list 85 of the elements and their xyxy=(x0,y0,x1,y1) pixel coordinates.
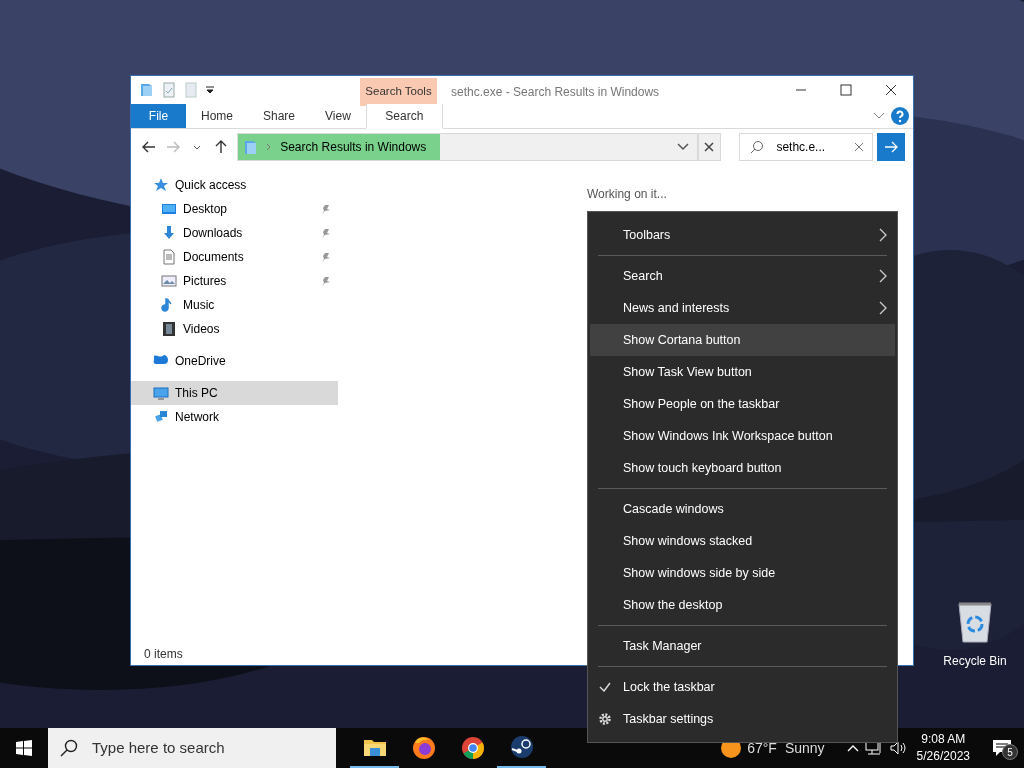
clock[interactable]: 9:08 AM 5/26/2023 xyxy=(906,728,980,768)
weather-condition: Sunny xyxy=(784,738,825,758)
search-icon xyxy=(750,140,765,154)
maximize-icon xyxy=(838,84,853,96)
pin-icon xyxy=(321,252,331,262)
search-box[interactable]: Type here to search xyxy=(48,728,336,768)
menu-item[interactable]: Show People on the taskbar xyxy=(590,388,895,420)
pin-icon xyxy=(321,276,331,286)
chevron-icon xyxy=(879,269,887,283)
steam-icon xyxy=(508,734,535,760)
nav-item[interactable]: Downloads xyxy=(131,221,338,245)
menu-item[interactable]: Show Cortana button xyxy=(590,324,895,356)
film-icon xyxy=(161,321,177,337)
address-bar[interactable]: Search Results in Windows xyxy=(237,133,698,161)
chevron-icon xyxy=(879,301,887,315)
search-field[interactable]: sethc.e... xyxy=(739,133,873,161)
network-icon xyxy=(153,409,169,425)
ribbon-tab[interactable]: Share xyxy=(248,104,311,128)
nav-item[interactable]: OneDrive xyxy=(131,349,338,373)
nav-item[interactable]: Network xyxy=(131,405,338,429)
item-count: 0 items xyxy=(144,647,183,661)
nav-item[interactable]: This PC xyxy=(131,381,338,405)
gear-icon xyxy=(598,712,612,726)
date-text: 5/26/2023 xyxy=(916,748,970,765)
contextual-tab-header: Search Tools xyxy=(360,78,437,106)
menu-item[interactable]: Task Manager xyxy=(590,630,895,662)
time-text: 9:08 AM xyxy=(921,731,966,748)
menu-item[interactable]: Toolbars xyxy=(590,219,895,251)
nav-item[interactable]: Desktop xyxy=(131,197,338,221)
menu-item[interactable]: Lock the taskbar xyxy=(590,671,895,703)
menu-item[interactable]: News and interests xyxy=(590,292,895,324)
nav-item[interactable]: Music xyxy=(131,293,338,317)
download-icon xyxy=(161,225,177,241)
network-icon[interactable] xyxy=(864,740,883,756)
search-icon xyxy=(60,739,78,757)
notifications-button[interactable]: 5 xyxy=(980,728,1024,768)
close-icon[interactable] xyxy=(853,142,864,152)
windows-icon xyxy=(16,740,32,756)
temperature: 67°F xyxy=(747,738,777,758)
pin-icon xyxy=(321,204,331,214)
chrome-icon xyxy=(459,735,486,761)
ribbon-tab[interactable]: Home xyxy=(186,104,248,128)
monitor-icon xyxy=(153,385,169,401)
dropdown-icon[interactable] xyxy=(676,143,689,151)
desktop-icon xyxy=(161,201,177,217)
dropdown-icon[interactable] xyxy=(205,85,215,95)
close-icon xyxy=(883,84,898,96)
menu-item[interactable]: Show touch keyboard button xyxy=(590,452,895,484)
nav-item[interactable]: Pictures xyxy=(131,269,338,293)
menu-item[interactable]: Show Task View button xyxy=(590,356,895,388)
menu-item[interactable]: Show the desktop xyxy=(590,589,895,621)
picture-icon xyxy=(161,273,177,289)
folder-icon xyxy=(244,139,259,155)
ribbon-tab[interactable]: Search xyxy=(365,104,443,129)
ribbon-tab[interactable]: View xyxy=(310,104,366,128)
menu-item[interactable]: Cascade windows xyxy=(590,493,895,525)
arrow-icon xyxy=(883,141,898,153)
menu-item[interactable]: Show windows stacked xyxy=(590,525,895,557)
address-text: Search Results in Windows xyxy=(280,139,427,156)
firefox-icon xyxy=(410,735,437,761)
menu-item[interactable]: Search xyxy=(590,260,895,292)
pin-icon xyxy=(321,228,331,238)
notification-badge: 5 xyxy=(1002,744,1018,760)
nav-item[interactable]: Documents xyxy=(131,245,338,269)
back-icon[interactable] xyxy=(141,139,157,155)
search-button[interactable] xyxy=(876,133,905,161)
star-icon xyxy=(153,177,169,193)
menu-item[interactable]: Show windows side by side xyxy=(590,557,895,589)
desktop-icon-label: Recycle Bin xyxy=(943,653,1007,670)
help-icon[interactable] xyxy=(891,107,909,125)
folder-icon[interactable] xyxy=(139,82,155,98)
ribbon-tab[interactable]: File xyxy=(131,104,186,128)
nav-item[interactable]: Quick access xyxy=(131,173,338,197)
window-title: sethc.exe - Search Results in Windows xyxy=(450,84,661,101)
menu-item[interactable]: Show Windows Ink Workspace button xyxy=(590,420,895,452)
search-text: sethc.e... xyxy=(776,139,827,156)
chevron-icon xyxy=(879,228,887,242)
speaker-icon[interactable] xyxy=(888,740,907,756)
clear-button[interactable] xyxy=(697,133,722,161)
chevron-icon xyxy=(266,143,273,151)
document-icon xyxy=(161,249,177,265)
nav-item[interactable]: Videos xyxy=(131,317,338,341)
status-message: Working on it... xyxy=(587,186,668,203)
close-icon xyxy=(704,142,715,152)
recycle-bin-icon[interactable] xyxy=(955,600,995,644)
